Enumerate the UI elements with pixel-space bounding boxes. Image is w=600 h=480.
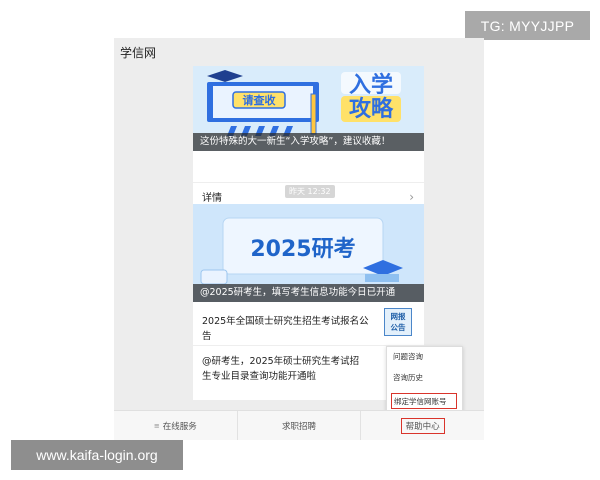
card1-banner-title-2: 攻略 xyxy=(349,96,394,122)
menu-icon: ≡ xyxy=(153,422,160,430)
nav-help-center-label: 帮助中心 xyxy=(400,418,445,434)
nav-job-search-label: 求职招聘 xyxy=(282,422,317,432)
nav-online-service[interactable]: ≡ 在线服务 xyxy=(114,411,238,440)
article-thumbnail: 网报 公告 xyxy=(384,308,412,336)
chat-screen: 学信网 请查收 入学 攻略 这份特殊的大一新生“入学攻略”，建议收藏！ 详情 ›… xyxy=(114,38,484,440)
watermark-top: TG: MYYJJPP xyxy=(465,11,590,40)
bottom-nav: ≡ 在线服务 求职招聘 帮助中心 xyxy=(114,410,484,440)
card2-caption: @2025研考生，填写考生信息功能今日已开通 xyxy=(193,284,424,302)
chat-title-bar: 学信网 xyxy=(114,38,484,66)
help-center-menu: 问题咨询 咨询历史 绑定学信网账号 xyxy=(386,346,463,414)
nav-help-center[interactable]: 帮助中心 xyxy=(361,411,484,440)
menu-item-consult[interactable]: 问题咨询 xyxy=(391,349,457,365)
thumb-line-1: 网报 xyxy=(390,312,406,321)
article-title-1: 2025年全国硕士研究生招生考试报名公告 xyxy=(202,316,369,342)
card1-banner-title-1: 入学 xyxy=(349,72,393,98)
card1-banner[interactable]: 请查收 入学 攻略 这份特殊的大一新生“入学攻略”，建议收藏！ xyxy=(193,66,424,151)
chevron-right-icon: › xyxy=(409,189,414,204)
card2-banner[interactable]: 2025研考 @2025研考生，填写考生信息功能今日已开通 xyxy=(193,204,424,302)
card1-detail-label: 详情 xyxy=(202,193,222,204)
card2-banner-title: 2025研考 xyxy=(250,237,355,262)
card1-caption: 这份特殊的大一新生“入学攻略”，建议收藏！ xyxy=(193,133,424,151)
watermark-bottom: www.kaifa-login.org xyxy=(11,440,183,470)
thumb-line-2: 公告 xyxy=(390,323,406,332)
nav-job-search[interactable]: 求职招聘 xyxy=(238,411,362,440)
nav-online-service-label: 在线服务 xyxy=(162,422,197,432)
chat-title: 学信网 xyxy=(120,45,157,60)
menu-item-bind-account[interactable]: 绑定学信网账号 xyxy=(391,393,457,409)
message-timestamp: 昨天 12:32 xyxy=(285,185,335,198)
menu-item-history[interactable]: 咨询历史 xyxy=(391,370,457,386)
article-title-2: @研考生，2025年硕士研究生考试招生专业目录查询功能开通啦 xyxy=(202,356,360,382)
card1-banner-tag: 请查收 xyxy=(243,93,276,107)
article-link-2[interactable]: @研考生，2025年硕士研究生考试招生专业目录查询功能开通啦 xyxy=(193,354,373,384)
